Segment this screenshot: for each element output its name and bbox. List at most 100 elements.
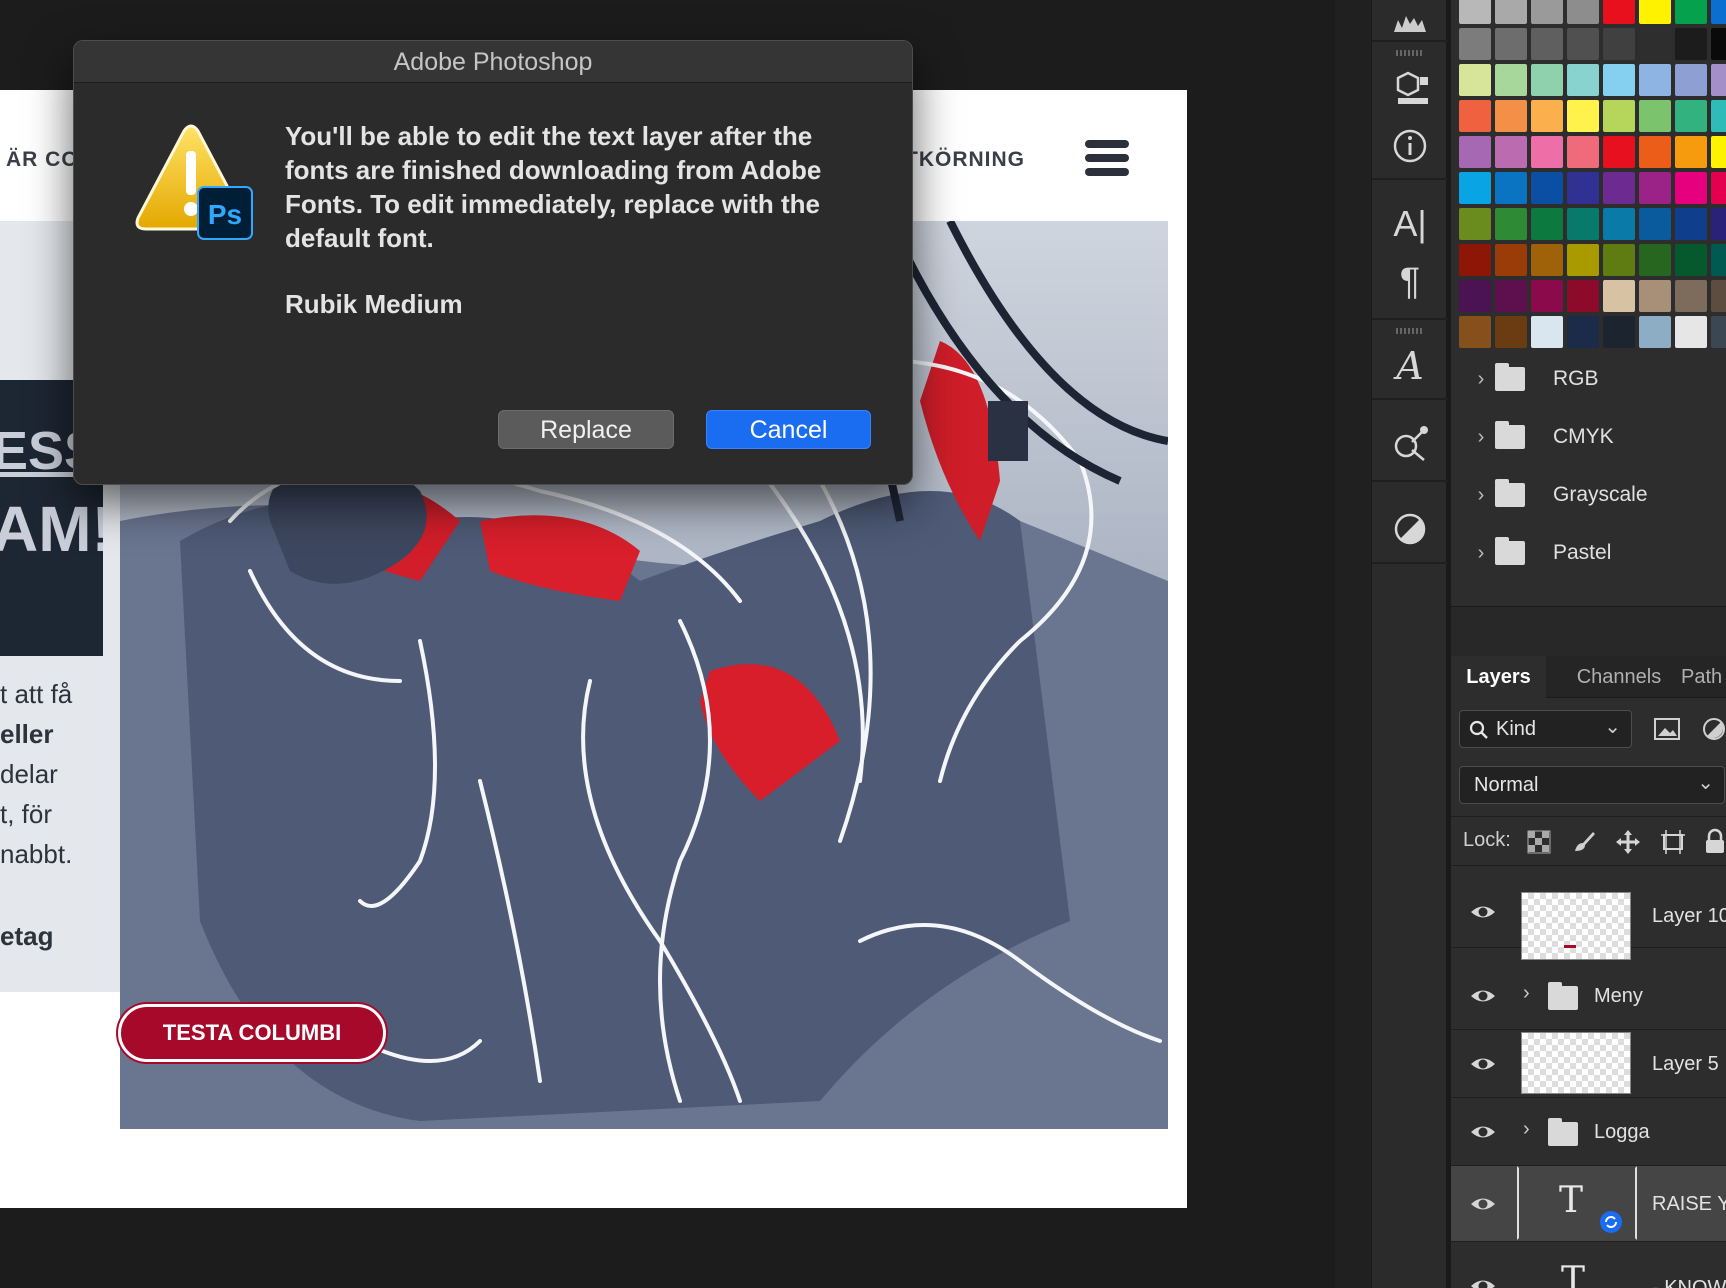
color-swatch[interactable]: [1495, 0, 1527, 24]
color-swatch[interactable]: [1603, 136, 1635, 168]
color-swatch[interactable]: [1603, 100, 1635, 132]
cta-button[interactable]: TESTA COLUMBI: [118, 1004, 386, 1062]
color-swatch[interactable]: [1711, 316, 1726, 348]
color-swatch[interactable]: [1711, 136, 1726, 168]
color-swatch[interactable]: [1711, 172, 1726, 204]
layer-row[interactable]: Layer 10: [1451, 878, 1726, 960]
color-swatch[interactable]: [1711, 208, 1726, 240]
color-swatch[interactable]: [1531, 280, 1563, 312]
blend-mode-select[interactable]: Normal ⌄: [1459, 766, 1725, 804]
color-swatch[interactable]: [1675, 64, 1707, 96]
color-swatch[interactable]: [1495, 28, 1527, 60]
eye-icon[interactable]: [1469, 1118, 1497, 1146]
color-swatch[interactable]: [1495, 244, 1527, 276]
layer-row[interactable]: T - KNOW: [1451, 1244, 1726, 1288]
color-swatch[interactable]: [1567, 136, 1599, 168]
color-swatch[interactable]: [1531, 244, 1563, 276]
layer-row-selected[interactable]: T RAISE Y: [1451, 1166, 1726, 1242]
adjustments-icon[interactable]: [1385, 505, 1435, 553]
lock-artboard-icon[interactable]: [1659, 828, 1687, 856]
color-swatch[interactable]: [1567, 28, 1599, 60]
color-swatch[interactable]: [1567, 280, 1599, 312]
color-swatch[interactable]: [1459, 0, 1491, 24]
chevron-right-icon[interactable]: ›: [1467, 542, 1495, 565]
color-swatch[interactable]: [1639, 100, 1671, 132]
color-swatch[interactable]: [1495, 136, 1527, 168]
color-swatch[interactable]: [1459, 208, 1491, 240]
color-swatch[interactable]: [1495, 316, 1527, 348]
tab-channels[interactable]: Channels: [1563, 656, 1675, 698]
color-swatch[interactable]: [1459, 136, 1491, 168]
color-swatch[interactable]: [1603, 208, 1635, 240]
color-swatch[interactable]: [1531, 100, 1563, 132]
chevron-right-icon[interactable]: ›: [1467, 484, 1495, 507]
layer-group-row[interactable]: › Logga: [1451, 1098, 1726, 1166]
color-swatch[interactable]: [1675, 172, 1707, 204]
color-swatch[interactable]: [1459, 280, 1491, 312]
swatch-folder-cmyk[interactable]: › CMYK: [1467, 411, 1726, 463]
tab-layers[interactable]: Layers: [1451, 656, 1546, 698]
color-swatch[interactable]: [1603, 244, 1635, 276]
swatch-folder-pastel[interactable]: › Pastel: [1467, 527, 1726, 579]
color-swatch[interactable]: [1459, 244, 1491, 276]
color-swatch[interactable]: [1675, 244, 1707, 276]
paths-icon[interactable]: [1385, 420, 1435, 468]
replace-button[interactable]: Replace: [498, 410, 674, 449]
layer-filter-select[interactable]: Kind ⌄: [1459, 710, 1632, 748]
color-swatch[interactable]: [1567, 64, 1599, 96]
color-swatch[interactable]: [1567, 100, 1599, 132]
layer-row[interactable]: Layer 5: [1451, 1030, 1726, 1098]
eye-icon[interactable]: [1469, 898, 1497, 926]
color-swatch[interactable]: [1639, 28, 1671, 60]
tab-paths[interactable]: Path: [1681, 656, 1726, 698]
color-swatch[interactable]: [1495, 172, 1527, 204]
color-swatch[interactable]: [1567, 172, 1599, 204]
chevron-right-icon[interactable]: ›: [1523, 982, 1530, 1005]
color-swatch[interactable]: [1495, 64, 1527, 96]
color-swatch[interactable]: [1603, 316, 1635, 348]
color-swatch[interactable]: [1531, 316, 1563, 348]
color-swatch[interactable]: [1639, 0, 1671, 24]
eye-icon[interactable]: [1469, 1272, 1497, 1288]
eye-icon[interactable]: [1469, 1190, 1497, 1218]
color-swatch[interactable]: [1531, 0, 1563, 24]
color-swatch[interactable]: [1675, 208, 1707, 240]
color-swatch[interactable]: [1495, 280, 1527, 312]
color-swatch[interactable]: [1531, 208, 1563, 240]
color-swatch[interactable]: [1603, 0, 1635, 24]
color-swatch[interactable]: [1675, 136, 1707, 168]
color-swatch[interactable]: [1711, 280, 1726, 312]
color-swatch[interactable]: [1711, 0, 1726, 24]
color-swatch[interactable]: [1531, 136, 1563, 168]
color-swatch[interactable]: [1459, 172, 1491, 204]
color-swatch[interactable]: [1603, 28, 1635, 60]
color-swatch[interactable]: [1711, 28, 1726, 60]
layer-group-row[interactable]: › Meny: [1451, 962, 1726, 1030]
color-swatch[interactable]: [1459, 64, 1491, 96]
swatch-folder-rgb[interactable]: › RGB: [1467, 353, 1726, 405]
color-swatch[interactable]: [1675, 0, 1707, 24]
chevron-right-icon[interactable]: ›: [1467, 426, 1495, 449]
color-swatch[interactable]: [1459, 28, 1491, 60]
chevron-right-icon[interactable]: ›: [1523, 1118, 1530, 1141]
lock-transparent-icon[interactable]: [1527, 830, 1551, 854]
color-swatch[interactable]: [1639, 244, 1671, 276]
color-swatch[interactable]: [1531, 28, 1563, 60]
color-swatch[interactable]: [1531, 172, 1563, 204]
swatch-folder-grayscale[interactable]: › Grayscale: [1467, 469, 1726, 521]
lock-all-icon[interactable]: [1703, 827, 1726, 855]
color-swatch[interactable]: [1675, 280, 1707, 312]
color-swatch[interactable]: [1567, 244, 1599, 276]
color-swatch[interactable]: [1675, 28, 1707, 60]
color-swatch[interactable]: [1603, 64, 1635, 96]
3d-icon[interactable]: [1385, 64, 1435, 112]
glyphs-icon[interactable]: A: [1385, 342, 1435, 390]
lock-pixels-icon[interactable]: [1571, 829, 1597, 855]
color-swatch[interactable]: [1603, 280, 1635, 312]
color-swatch[interactable]: [1639, 208, 1671, 240]
color-swatch[interactable]: [1531, 64, 1563, 96]
color-swatch[interactable]: [1675, 316, 1707, 348]
color-swatch[interactable]: [1639, 172, 1671, 204]
image-filter-icon[interactable]: [1653, 716, 1681, 742]
info-icon[interactable]: [1385, 122, 1435, 170]
